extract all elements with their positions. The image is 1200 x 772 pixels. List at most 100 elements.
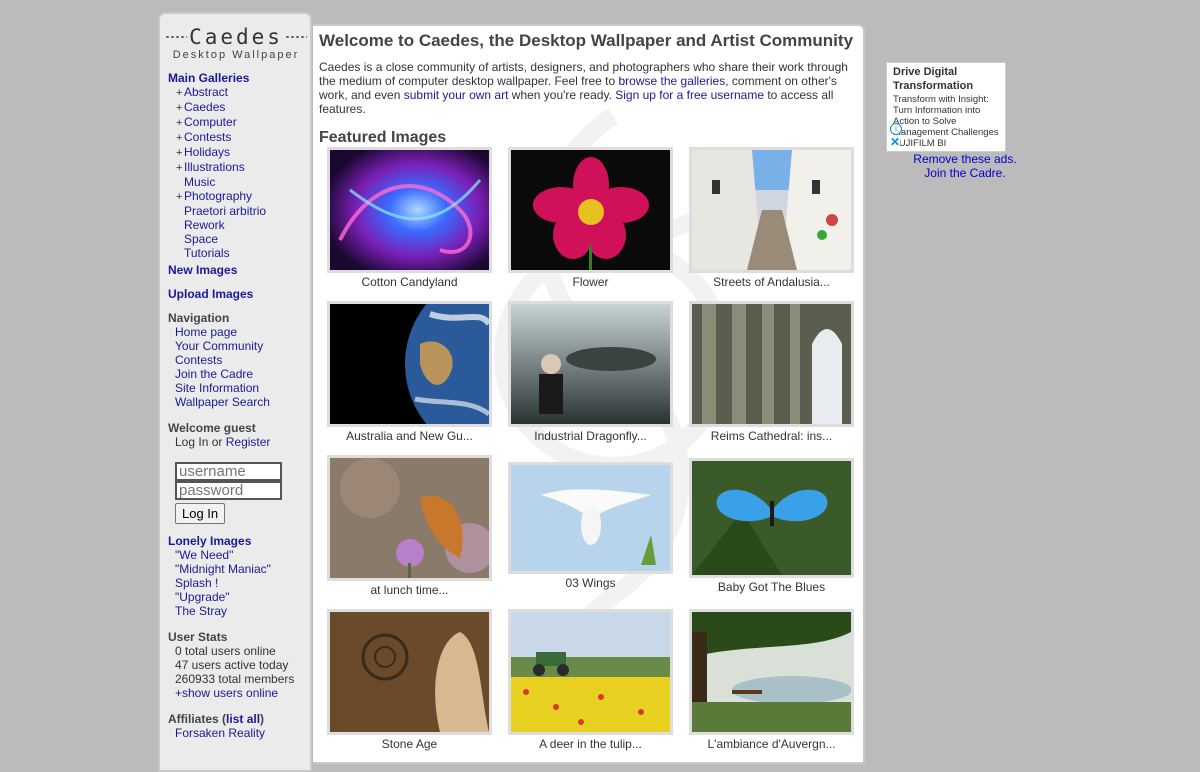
ad-links: Remove these ads. Join the Cadre. bbox=[900, 152, 1030, 180]
gallery-item[interactable]: Space bbox=[168, 232, 308, 246]
thumb-caption: at lunch time... bbox=[370, 583, 449, 597]
new-images-link[interactable]: New Images bbox=[168, 263, 308, 277]
featured-thumb-9[interactable]: Baby Got The Blues bbox=[689, 458, 854, 594]
logo-subtitle: Desktop Wallpaper bbox=[172, 49, 300, 61]
nav-item[interactable]: Home page bbox=[168, 325, 308, 339]
lonely-image-item[interactable]: The Stray bbox=[168, 604, 308, 618]
thumb-image-lambiance-dauvergne bbox=[692, 612, 851, 732]
user-stats-heading: User Stats bbox=[168, 630, 228, 644]
register-link[interactable]: Register bbox=[226, 435, 271, 449]
gallery-item-label: Abstract bbox=[184, 85, 229, 99]
expand-plus-icon[interactable]: + bbox=[176, 161, 184, 175]
ad-close-icon[interactable]: ✕ bbox=[890, 136, 901, 148]
thumb-caption: A deer in the tulip... bbox=[539, 737, 642, 751]
submit-art-link[interactable]: submit your own art bbox=[404, 88, 509, 102]
featured-thumb-11[interactable]: A deer in the tulip... bbox=[508, 609, 673, 751]
gallery-item-label: Praetori arbitrio bbox=[184, 204, 267, 218]
gallery-item-label: Holidays bbox=[184, 145, 231, 159]
gallery-item-label: Illustrations bbox=[184, 160, 245, 174]
navigation-heading: Navigation bbox=[168, 311, 230, 325]
lonely-image-item[interactable]: Splash ! bbox=[168, 576, 308, 590]
gallery-list: + Abstract + Caedes + Computer + Contests + Holid… bbox=[168, 85, 308, 260]
featured-thumb-12[interactable]: L'ambiance d'Auvergn... bbox=[689, 609, 854, 751]
gallery-item-label: Space bbox=[184, 232, 219, 246]
affiliates-list: Forsaken Reality bbox=[168, 726, 308, 740]
browse-galleries-link[interactable]: browse the galleries bbox=[619, 74, 726, 88]
expand-plus-icon[interactable]: + bbox=[176, 190, 184, 204]
lonely-image-item[interactable]: "We Need" bbox=[168, 548, 308, 562]
upload-images-link[interactable]: Upload Images bbox=[168, 287, 308, 301]
show-users-online-link[interactable]: +show users online bbox=[168, 686, 308, 700]
lonely-images-heading[interactable]: Lonely Images bbox=[168, 534, 308, 548]
featured-thumb-7[interactable]: at lunch time... bbox=[327, 455, 492, 597]
thumb-image-cotton-candyland bbox=[330, 150, 489, 270]
featured-thumb-10[interactable]: Stone Age bbox=[327, 609, 492, 751]
lonely-image-item[interactable]: "Upgrade" bbox=[168, 590, 308, 604]
gallery-item[interactable]: Rework bbox=[168, 218, 308, 232]
welcome-heading: Welcome guest bbox=[168, 421, 256, 435]
nav-item[interactable]: Join the Cadre bbox=[168, 367, 308, 381]
nav-item[interactable]: Your Community bbox=[168, 339, 308, 353]
login-button[interactable]: Log In bbox=[175, 503, 226, 524]
intro-text-3: when you're ready. bbox=[508, 88, 616, 102]
gallery-item-label: Photography bbox=[184, 189, 253, 203]
advertisement[interactable]: Drive Digital Transformation Transform w… bbox=[886, 62, 1006, 152]
gallery-item-label: Caedes bbox=[184, 100, 226, 114]
remove-ads-link[interactable]: Remove these ads. bbox=[900, 152, 1030, 166]
gallery-item[interactable]: + Illustrations bbox=[168, 160, 308, 175]
list-all-link[interactable]: list all bbox=[226, 712, 260, 726]
nav-item[interactable]: Site Information bbox=[168, 381, 308, 395]
gallery-item[interactable]: + Contests bbox=[168, 130, 308, 145]
thumb-image-australia bbox=[330, 304, 489, 424]
gallery-item[interactable]: + Caedes bbox=[168, 100, 308, 115]
nav-item[interactable]: Wallpaper Search bbox=[168, 395, 308, 409]
lonely-images-section: Lonely Images "We Need" "Midnight Maniac"… bbox=[168, 534, 308, 618]
featured-thumb-5[interactable]: Industrial Dragonfly... bbox=[508, 301, 673, 443]
featured-thumb-1[interactable]: Cotton Candyland bbox=[327, 147, 492, 289]
gallery-item[interactable]: + Holidays bbox=[168, 145, 308, 160]
gallery-item[interactable]: + Photography bbox=[168, 189, 308, 204]
username-input[interactable] bbox=[175, 462, 282, 481]
main-galleries-heading[interactable]: Main Galleries bbox=[168, 71, 308, 85]
password-input[interactable] bbox=[175, 481, 282, 500]
expand-plus-icon[interactable]: + bbox=[176, 131, 184, 145]
user-stats-section: User Stats 0 total users online 47 users … bbox=[168, 630, 308, 700]
affiliate-item[interactable]: Forsaken Reality bbox=[168, 726, 308, 740]
expand-plus-icon[interactable]: + bbox=[176, 86, 184, 100]
ad-info-icon[interactable]: i bbox=[890, 123, 902, 135]
gallery-item-label: Contests bbox=[184, 130, 232, 144]
lonely-image-item[interactable]: "Midnight Maniac" bbox=[168, 562, 308, 576]
gallery-item[interactable]: + Computer bbox=[168, 115, 308, 130]
login-link[interactable]: Log In bbox=[175, 435, 208, 449]
thumb-caption: Stone Age bbox=[381, 737, 438, 751]
featured-thumb-2[interactable]: Flower bbox=[508, 147, 673, 289]
expand-plus-icon[interactable]: + bbox=[176, 146, 184, 160]
site-logo[interactable]: Caedes Desktop Wallpaper bbox=[165, 24, 307, 64]
expand-plus-icon[interactable]: + bbox=[176, 101, 184, 115]
stats-list: 0 total users online 47 users active toda… bbox=[168, 644, 308, 686]
thumb-caption: Industrial Dragonfly... bbox=[534, 429, 647, 443]
thumb-image-streets-of-andalusia bbox=[692, 150, 851, 270]
gallery-item[interactable]: Music bbox=[168, 175, 308, 189]
gallery-item[interactable]: Praetori arbitrio bbox=[168, 204, 308, 218]
lonely-list: "We Need" "Midnight Maniac" Splash ! "Upgra… bbox=[168, 548, 308, 618]
featured-thumb-3[interactable]: Streets of Andalusia... bbox=[689, 147, 854, 289]
nav-item[interactable]: Contests bbox=[168, 353, 308, 367]
thumb-caption: Cotton Candyland bbox=[361, 275, 458, 289]
featured-thumb-8[interactable]: 03 Wings bbox=[508, 462, 673, 590]
featured-thumb-4[interactable]: Australia and New Gu... bbox=[327, 301, 492, 443]
featured-thumb-6[interactable]: Reims Cathedral: ins... bbox=[689, 301, 854, 443]
gallery-item[interactable]: + Abstract bbox=[168, 85, 308, 100]
intro-paragraph: Caedes is a close community of artists, … bbox=[319, 60, 849, 116]
thumb-caption: Streets of Andalusia... bbox=[713, 275, 830, 289]
thumb-caption: Australia and New Gu... bbox=[346, 429, 473, 443]
thumb-caption: Baby Got The Blues bbox=[717, 580, 826, 594]
gallery-item[interactable]: Tutorials bbox=[168, 246, 308, 260]
signup-link[interactable]: Sign up for a free username bbox=[615, 88, 764, 102]
expand-plus-icon[interactable]: + bbox=[176, 116, 184, 130]
join-cadre-ad-link[interactable]: Join the Cadre. bbox=[900, 166, 1030, 180]
page-title: Welcome to Caedes, the Desktop Wallpaper… bbox=[319, 31, 854, 50]
thumb-image-baby-got-the-blues bbox=[692, 461, 851, 575]
main-galleries-section: Main Galleries + Abstract + Caedes + Computer… bbox=[168, 71, 308, 260]
thumb-caption: Flower bbox=[572, 275, 609, 289]
